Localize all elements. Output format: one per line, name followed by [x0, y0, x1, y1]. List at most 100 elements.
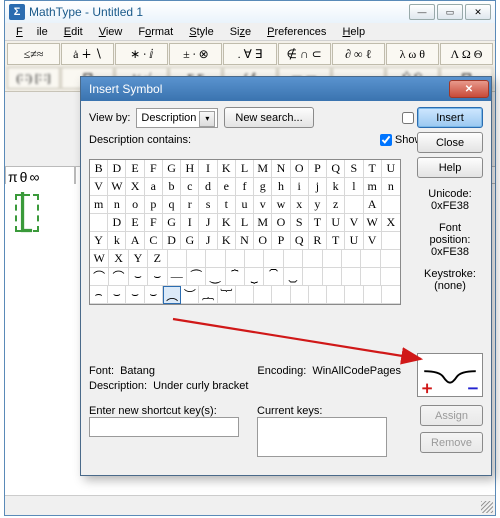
menu-edit[interactable]: Edit	[57, 25, 90, 39]
symbol-cell[interactable]: T	[309, 214, 327, 232]
symbol-cell[interactable]: p	[145, 196, 163, 214]
symbol-cell[interactable]: S	[345, 160, 363, 178]
symbol-cell[interactable]: U	[345, 232, 363, 250]
symbol-cell[interactable]: V	[90, 178, 108, 196]
symbol-cell[interactable]: k	[108, 232, 126, 250]
symbol-cell[interactable]: S	[291, 214, 309, 232]
symbol-cell[interactable]	[364, 286, 382, 304]
symbol-cell[interactable]	[309, 286, 327, 304]
menu-style[interactable]: Style	[182, 25, 220, 39]
symbol-cell[interactable]: R	[309, 232, 327, 250]
symbol-cell[interactable]: A	[126, 232, 144, 250]
symbol-cell[interactable]: c	[181, 178, 199, 196]
symbol-cell[interactable]: U	[327, 214, 345, 232]
symbol-cell[interactable]: X	[109, 250, 128, 268]
menu-format[interactable]: Format	[131, 25, 180, 39]
menu-preferences[interactable]: Preferences	[260, 25, 333, 39]
symbol-cell[interactable]	[381, 268, 400, 286]
menu-view[interactable]: View	[92, 25, 130, 39]
symbol-cell[interactable]: i	[291, 178, 309, 196]
symbol-cell[interactable]: v	[254, 196, 272, 214]
symbol-cell[interactable]: T	[327, 232, 345, 250]
symbol-cell[interactable]: N	[272, 160, 290, 178]
symbol-cell[interactable]: C	[145, 232, 163, 250]
symbol-cell[interactable]: b	[163, 178, 181, 196]
symbol-cell[interactable]: A	[364, 196, 382, 214]
toolbar-cell[interactable]: ∗ ∙ ⅈ	[115, 43, 168, 65]
symbol-cell[interactable]: L	[236, 160, 254, 178]
symbol-cell[interactable]: H	[181, 160, 199, 178]
symbol-cell[interactable]: ⏞	[226, 268, 245, 286]
symbol-cell[interactable]	[345, 196, 363, 214]
symbol-cell[interactable]	[327, 286, 345, 304]
view-by-combo[interactable]: Description	[136, 108, 218, 128]
symbol-cell[interactable]: ︵	[163, 286, 181, 304]
symbol-cell[interactable]: T	[364, 160, 382, 178]
menu-help[interactable]: Help	[335, 25, 372, 39]
toolbar-cell[interactable]: λ ω θ	[386, 43, 439, 65]
symbol-cell[interactable]: P	[272, 232, 290, 250]
symbol-cell[interactable]: D	[163, 232, 181, 250]
symbol-cell[interactable]: V	[345, 214, 363, 232]
symbol-cell[interactable]	[254, 286, 272, 304]
symbol-cell[interactable]: n	[382, 178, 400, 196]
symbol-cell[interactable]: W	[108, 178, 126, 196]
symbol-cell[interactable]: ⏡	[284, 268, 303, 286]
symbol-cell[interactable]: D	[108, 214, 126, 232]
dialog-close-button[interactable]: ✕	[449, 80, 489, 98]
symbol-cell[interactable]	[284, 250, 303, 268]
symbol-cell[interactable]: n	[108, 196, 126, 214]
symbol-cell[interactable]: s	[199, 196, 217, 214]
symbol-cell[interactable]: W	[90, 250, 109, 268]
symbol-cell[interactable]	[264, 250, 283, 268]
symbol-cell[interactable]: E	[126, 214, 144, 232]
symbol-cell[interactable]: q	[163, 196, 181, 214]
symbol-cell[interactable]: V	[364, 232, 382, 250]
toolbar-cell[interactable]: ∉ ∩ ⊂	[278, 43, 331, 65]
symbol-cell[interactable]	[303, 250, 322, 268]
symbol-cell[interactable]: ︶	[181, 286, 199, 304]
symbol-cell[interactable]	[272, 286, 290, 304]
menu-file[interactable]: File	[9, 25, 55, 39]
symbol-cell[interactable]	[187, 250, 206, 268]
symbol-cell[interactable]	[303, 268, 322, 286]
symbol-cell[interactable]: f	[236, 178, 254, 196]
symbol-cell[interactable]: x	[291, 196, 309, 214]
symbol-cell[interactable]	[381, 250, 400, 268]
symbol-cell[interactable]: J	[199, 214, 217, 232]
symbol-cell[interactable]: ⌢	[90, 286, 108, 304]
symbol-cell[interactable]: Q	[327, 160, 345, 178]
symbol-cell[interactable]	[342, 250, 361, 268]
shortcut-input[interactable]	[89, 417, 239, 437]
symbol-cell[interactable]: o	[126, 196, 144, 214]
symbol-cell[interactable]: e	[218, 178, 236, 196]
symbol-cell[interactable]: I	[181, 214, 199, 232]
symbol-cell[interactable]	[168, 250, 187, 268]
symbol-cell[interactable]: K	[218, 232, 236, 250]
symbol-cell[interactable]: w	[272, 196, 290, 214]
symbol-cell[interactable]: X	[126, 178, 144, 196]
symbol-cell[interactable]: Y	[90, 232, 108, 250]
symbol-cell[interactable]: u	[236, 196, 254, 214]
symbol-cell[interactable]: Y	[129, 250, 148, 268]
symbol-cell[interactable]: X	[382, 214, 400, 232]
symbol-cell[interactable]: Q	[291, 232, 309, 250]
toolbar-cell[interactable]: ∂ ∞ ℓ	[332, 43, 385, 65]
symbol-cell[interactable]: B	[90, 160, 108, 178]
symbol-cell[interactable]	[245, 250, 264, 268]
symbol-cell[interactable]: z	[327, 196, 345, 214]
symbol-cell[interactable]: Z	[148, 250, 167, 268]
toolbar-cell[interactable]: ≤≠≈	[7, 43, 60, 65]
symbol-cell[interactable]: M	[254, 160, 272, 178]
symbol-cell[interactable]: ⏜	[187, 268, 206, 286]
assign-button[interactable]: Assign	[420, 405, 483, 426]
symbol-cell[interactable]: —	[168, 268, 187, 286]
maximize-button[interactable]: ▭	[437, 4, 463, 20]
toolbar-cell[interactable]: Λ Ω Θ	[440, 43, 493, 65]
symbol-cell[interactable]: G	[181, 232, 199, 250]
symbol-cell[interactable]: F	[145, 214, 163, 232]
symbol-cell[interactable]	[323, 268, 342, 286]
symbol-cell[interactable]: ⏟	[245, 268, 264, 286]
symbol-cell[interactable]: W	[364, 214, 382, 232]
symbol-grid[interactable]: BDEFGHIKLMNOPQSTUVWXabcdefghijklmnmnopqr…	[89, 159, 401, 305]
